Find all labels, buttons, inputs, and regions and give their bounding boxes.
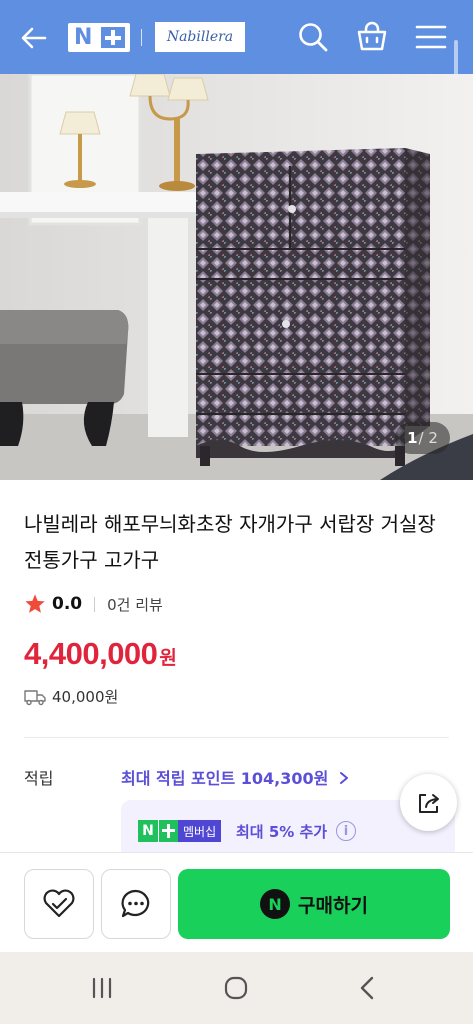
brand-logo[interactable]: Nabillera — [155, 22, 245, 52]
product-title: 나빌레라 해포무늬화초장 자개가구 서랍장 거실장 전통가구 고가구 — [24, 512, 436, 572]
recent-apps-icon[interactable] — [84, 970, 120, 1006]
heart-check-icon — [43, 889, 75, 918]
shipping-fee: 40,000원 — [52, 688, 119, 706]
chevron-right-icon — [339, 772, 348, 784]
home-icon[interactable] — [218, 970, 254, 1006]
header-divider — [141, 29, 142, 46]
talk-talk-button[interactable] — [101, 869, 171, 939]
membership-label: 멤버십 — [178, 820, 222, 842]
max-points-text: 최대 적립 포인트 104,300원 — [121, 769, 329, 788]
naver-plus-logo[interactable]: N — [68, 23, 130, 52]
max-points-link[interactable]: 최대 적립 포인트 104,300원 — [121, 765, 350, 789]
cart-icon[interactable] — [355, 20, 389, 54]
back-nav-icon[interactable] — [350, 970, 386, 1006]
bottom-action-bar: N 구매하기 — [0, 852, 473, 952]
plus-icon — [101, 27, 125, 48]
membership-badge: N 멤버십 — [138, 820, 222, 842]
product-photo-illustration — [0, 74, 473, 480]
image-page-indicator: 1 / 2 — [395, 422, 450, 454]
membership-extra-rate: 최대 5% 추가 — [236, 823, 328, 841]
product-price: 4,400,000 — [24, 636, 158, 671]
top-header: N Nabillera — [0, 0, 473, 160]
points-label: 적립 — [24, 769, 54, 788]
naver-pay-n-icon: N — [260, 889, 291, 919]
section-divider — [24, 737, 449, 738]
delivery-truck-icon — [24, 689, 46, 705]
share-button[interactable] — [400, 774, 457, 831]
info-icon[interactable]: i — [336, 821, 356, 841]
menu-icon[interactable] — [414, 20, 448, 54]
price-currency: 원 — [159, 647, 177, 669]
rating-row: 0.0 0건 리뷰 — [24, 592, 163, 616]
naver-n-letter: N — [74, 25, 93, 50]
membership-n-logo: N — [138, 820, 158, 842]
wishlist-button[interactable] — [24, 869, 94, 939]
search-icon[interactable] — [296, 20, 330, 54]
review-count-link[interactable]: 0건 리뷰 — [107, 594, 163, 615]
system-navigation-bar — [0, 952, 473, 1024]
back-arrow-icon[interactable] — [18, 22, 50, 54]
membership-plus-icon — [158, 820, 178, 842]
price-row: 4,400,000 원 — [24, 636, 177, 672]
image-page-current: 1 — [407, 429, 418, 447]
shipping-row: 40,000원 — [24, 686, 118, 707]
image-page-total: / 2 — [418, 429, 438, 447]
rating-divider — [94, 596, 96, 612]
chat-bubble-icon — [121, 889, 150, 918]
product-image[interactable] — [0, 74, 473, 480]
star-icon — [25, 594, 45, 613]
buy-button[interactable]: N 구매하기 — [178, 869, 450, 939]
rating-score: 0.0 — [52, 594, 83, 614]
buy-button-label: 구매하기 — [298, 894, 368, 917]
share-icon — [418, 793, 439, 813]
